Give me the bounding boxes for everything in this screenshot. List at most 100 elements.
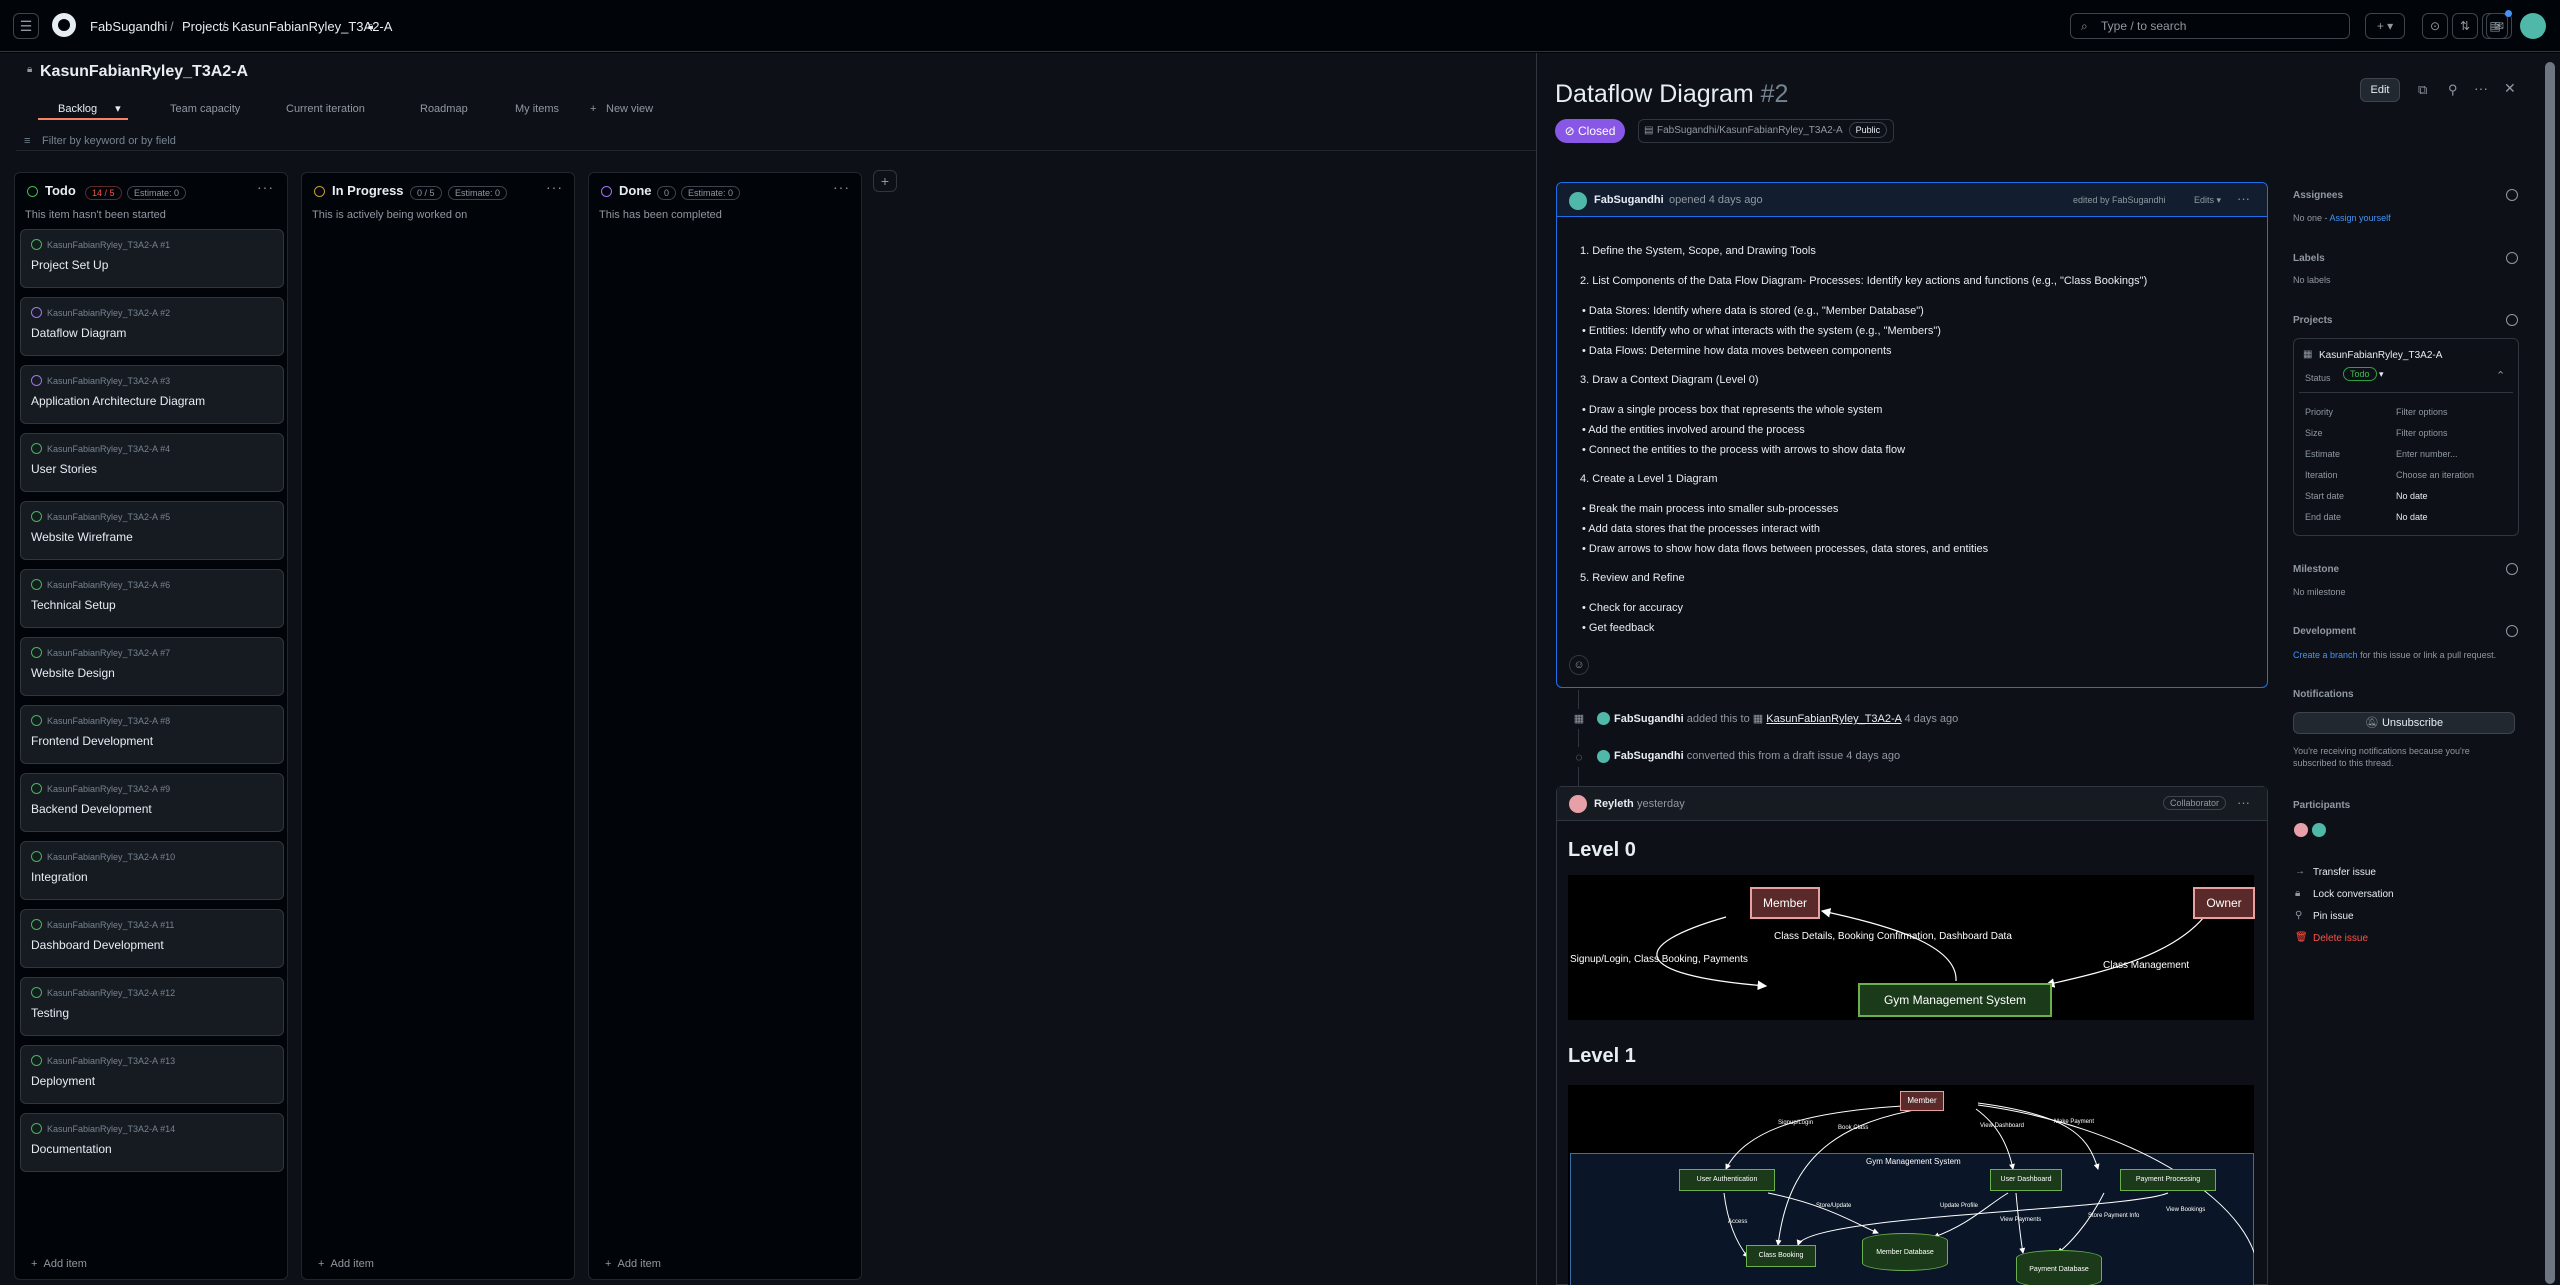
column-done: Done 0 Estimate: 0 ··· This has been com… bbox=[588, 172, 862, 1280]
timeline-user[interactable]: FabSugandhi bbox=[1614, 713, 1684, 725]
field-value[interactable]: Choose an iteration bbox=[2396, 470, 2474, 480]
search-input[interactable]: ⌕ Type / to search bbox=[2070, 13, 2350, 39]
card-title[interactable]: Dataflow Diagram bbox=[31, 326, 126, 340]
pin-issue-button[interactable]: Pin issue bbox=[2313, 911, 2354, 922]
card-title[interactable]: Testing bbox=[31, 1006, 69, 1020]
transfer-issue-button[interactable]: Transfer issue bbox=[2313, 867, 2376, 878]
edit-button[interactable]: Edit bbox=[2360, 78, 2400, 102]
card-title[interactable]: Integration bbox=[31, 870, 88, 884]
github-logo[interactable] bbox=[52, 13, 76, 37]
add-reaction-icon[interactable]: ☺ bbox=[1569, 655, 1589, 675]
flow-arrow bbox=[1933, 1192, 2009, 1239]
scrollbar[interactable] bbox=[2544, 62, 2556, 1284]
participant-avatar[interactable] bbox=[2312, 823, 2326, 837]
card-title[interactable]: Backend Development bbox=[31, 802, 152, 816]
more-options-icon[interactable]: ··· bbox=[2474, 80, 2488, 96]
card-repo: KasunFabianRyley_T3A2-A #14 bbox=[47, 1124, 176, 1134]
open-issue-icon bbox=[31, 919, 42, 930]
tab-my-items[interactable]: My items bbox=[497, 98, 559, 120]
timeline-project-link[interactable]: KasunFabianRyley_T3A2-A bbox=[1766, 713, 1901, 725]
issue-card[interactable]: KasunFabianRyley_T3A2-A #1 Project Set Up bbox=[20, 229, 284, 288]
tab-label: My items bbox=[515, 103, 559, 115]
author-name[interactable]: FabSugandhi bbox=[1594, 194, 1664, 206]
gear-icon[interactable] bbox=[2506, 314, 2518, 326]
field-label: Size bbox=[2305, 428, 2323, 438]
card-title[interactable]: Application Architecture Diagram bbox=[31, 394, 205, 408]
column-menu-icon[interactable]: ··· bbox=[833, 179, 850, 195]
close-icon[interactable]: ✕ bbox=[2504, 80, 2516, 97]
chevron-down-icon[interactable]: ▾ bbox=[115, 103, 121, 115]
comment-author[interactable]: Reyleth bbox=[1594, 798, 1634, 810]
card-title[interactable]: Website Wireframe bbox=[31, 530, 133, 544]
create-branch-link[interactable]: Create a branch bbox=[2293, 650, 2358, 660]
tab-current-iteration[interactable]: Current iteration bbox=[268, 98, 365, 120]
scrollbar-thumb[interactable] bbox=[2545, 62, 2555, 1284]
filter-input[interactable]: ≡ Filter by keyword or by field bbox=[16, 131, 1536, 151]
issues-icon[interactable]: ⊙ bbox=[2422, 13, 2448, 39]
issue-card[interactable]: KasunFabianRyley_T3A2-A #2 Dataflow Diagr… bbox=[20, 297, 284, 356]
issue-card[interactable]: KasunFabianRyley_T3A2-A #8 Frontend Devel… bbox=[20, 705, 284, 764]
timeline-user[interactable]: FabSugandhi bbox=[1614, 750, 1684, 762]
field-value[interactable]: Filter options bbox=[2396, 428, 2448, 438]
add-item-button[interactable]: + Add item bbox=[31, 1258, 87, 1270]
tab-team-capacity[interactable]: Team capacity bbox=[152, 98, 240, 120]
issue-card[interactable]: KasunFabianRyley_T3A2-A #9 Backend Develo… bbox=[20, 773, 284, 832]
collapse-icon[interactable]: ⌃ bbox=[2496, 369, 2505, 382]
assign-yourself-link[interactable]: Assign yourself bbox=[2330, 213, 2391, 223]
participant-avatar[interactable] bbox=[2294, 823, 2308, 837]
card-title[interactable]: Technical Setup bbox=[31, 598, 116, 612]
card-title[interactable]: Project Set Up bbox=[31, 258, 108, 272]
add-item-button[interactable]: + Add item bbox=[605, 1258, 661, 1270]
gear-icon[interactable] bbox=[2506, 189, 2518, 201]
issue-card[interactable]: KasunFabianRyley_T3A2-A #10 Integration bbox=[20, 841, 284, 900]
copy-link-icon[interactable]: ⧉ bbox=[2418, 82, 2427, 98]
issue-card[interactable]: KasunFabianRyley_T3A2-A #12 Testing bbox=[20, 977, 284, 1036]
field-value[interactable]: No date bbox=[2396, 491, 2428, 501]
more-options-icon[interactable]: ··· bbox=[2237, 795, 2250, 810]
card-title[interactable]: User Stories bbox=[31, 462, 97, 476]
column-description: This is actively being worked on bbox=[312, 209, 468, 221]
pin-icon[interactable]: ⚲ bbox=[2448, 82, 2458, 98]
tab-roadmap[interactable]: Roadmap bbox=[402, 98, 468, 120]
add-column-button[interactable]: + bbox=[873, 170, 897, 192]
field-value[interactable]: No date bbox=[2396, 512, 2428, 522]
gear-icon[interactable] bbox=[2506, 563, 2518, 575]
repo-link[interactable]: ▤ FabSugandhi/KasunFabianRyley_T3A2-A Publ… bbox=[1638, 119, 1895, 143]
lock-conversation-button[interactable]: Lock conversation bbox=[2313, 889, 2394, 900]
menu-icon[interactable]: ☰ bbox=[13, 13, 39, 39]
issue-card[interactable]: KasunFabianRyley_T3A2-A #5 Website Wirefr… bbox=[20, 501, 284, 560]
issue-card[interactable]: KasunFabianRyley_T3A2-A #6 Technical Setu… bbox=[20, 569, 284, 628]
issue-card[interactable]: KasunFabianRyley_T3A2-A #7 Website Design bbox=[20, 637, 284, 696]
breadcrumb-owner[interactable]: FabSugandhi bbox=[90, 19, 167, 34]
field-value[interactable]: Enter number... bbox=[2396, 449, 2458, 459]
unsubscribe-button[interactable]: 🔕︎ Unsubscribe bbox=[2293, 712, 2515, 734]
gear-icon[interactable] bbox=[2506, 252, 2518, 264]
add-item-button[interactable]: + Add item bbox=[318, 1258, 374, 1270]
issue-card[interactable]: KasunFabianRyley_T3A2-A #13 Deployment bbox=[20, 1045, 284, 1104]
issue-card[interactable]: KasunFabianRyley_T3A2-A #4 User Stories bbox=[20, 433, 284, 492]
edits-dropdown[interactable]: Edits ▾ bbox=[2194, 195, 2221, 206]
open-issue-icon bbox=[31, 511, 42, 522]
card-title[interactable]: Website Design bbox=[31, 666, 115, 680]
issue-card[interactable]: KasunFabianRyley_T3A2-A #14 Documentation bbox=[20, 1113, 284, 1172]
card-title[interactable]: Frontend Development bbox=[31, 734, 153, 748]
card-title[interactable]: Documentation bbox=[31, 1142, 112, 1156]
column-menu-icon[interactable]: ··· bbox=[546, 179, 563, 195]
pull-requests-icon[interactable]: ⇅ bbox=[2452, 13, 2478, 39]
tab-backlog[interactable]: Backlog ▾ bbox=[38, 98, 128, 120]
issue-card[interactable]: KasunFabianRyley_T3A2-A #11 Dashboard Dev… bbox=[20, 909, 284, 968]
column-menu-icon[interactable]: ··· bbox=[257, 179, 274, 195]
delete-issue-button[interactable]: Delete issue bbox=[2313, 933, 2368, 944]
opened-time: opened 4 days ago bbox=[1669, 194, 1763, 206]
field-value[interactable]: Filter options bbox=[2396, 407, 2448, 417]
card-title[interactable]: Deployment bbox=[31, 1074, 95, 1088]
project-name-link[interactable]: KasunFabianRyley_T3A2-A bbox=[2319, 350, 2442, 361]
more-options-icon[interactable]: ··· bbox=[2237, 191, 2250, 206]
user-avatar[interactable] bbox=[2520, 13, 2546, 39]
create-new-button[interactable]: + ▾ bbox=[2365, 13, 2405, 39]
issue-card[interactable]: KasunFabianRyley_T3A2-A #3 Application Ar… bbox=[20, 365, 284, 424]
status-dropdown[interactable]: Todo ▾ bbox=[2343, 367, 2384, 381]
gear-icon[interactable] bbox=[2506, 625, 2518, 637]
card-title[interactable]: Dashboard Development bbox=[31, 938, 164, 952]
new-view-button[interactable]: + New view bbox=[588, 98, 653, 120]
